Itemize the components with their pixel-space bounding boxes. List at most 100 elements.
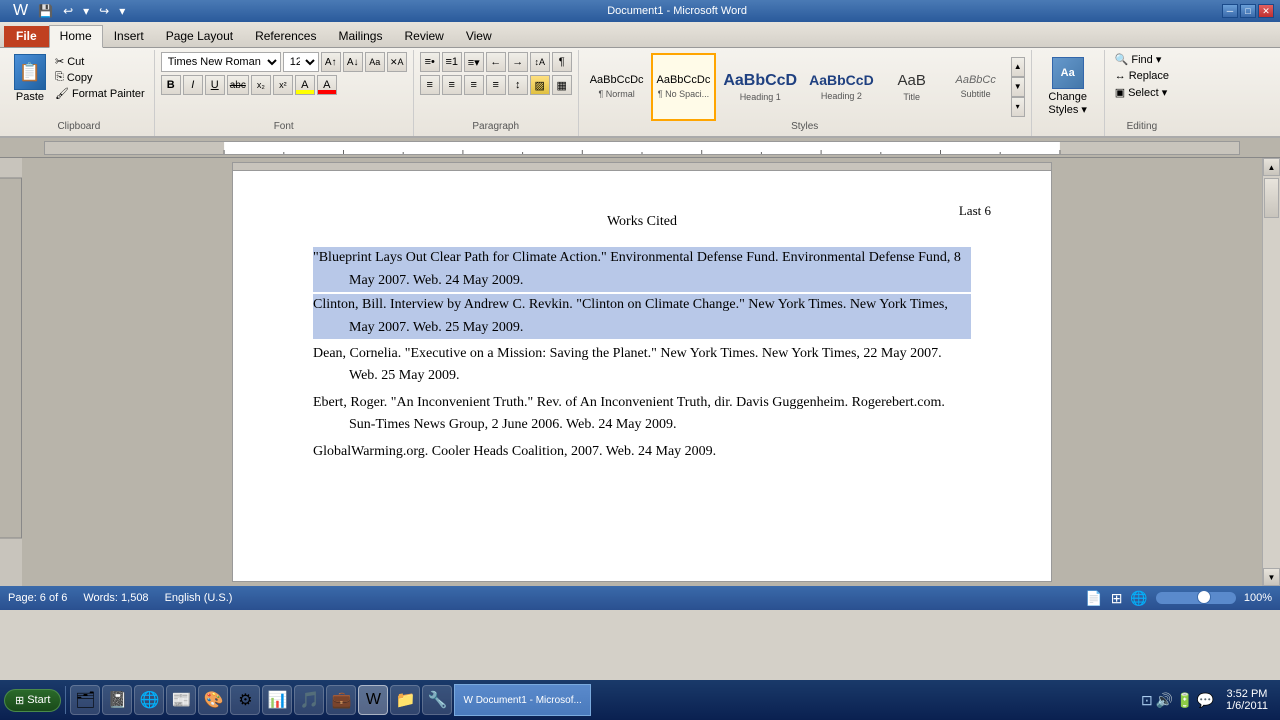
styles-scroll-down[interactable]: ▼ <box>1011 77 1025 97</box>
style-normal[interactable]: AaBbCcDc ¶ Normal <box>585 53 649 121</box>
line-spacing-button[interactable]: ↕ <box>508 75 528 95</box>
taskbar-app-4[interactable]: 🎨 <box>198 685 228 715</box>
align-left-button[interactable]: ≡ <box>420 75 440 95</box>
style-no-spacing[interactable]: AaBbCcDc ¶ No Spaci... <box>651 53 717 121</box>
bullets-button[interactable]: ≡• <box>420 52 440 72</box>
italic-button[interactable]: I <box>183 75 203 95</box>
styles-scroll-up[interactable]: ▲ <box>1011 57 1025 77</box>
scroll-thumb[interactable] <box>1264 178 1279 218</box>
underline-button[interactable]: U <box>205 75 225 95</box>
taskbar-app-explorer[interactable]: 🗂 <box>70 685 100 715</box>
tab-view[interactable]: View <box>455 25 503 47</box>
word-count-status: Words: 1,508 <box>83 592 148 604</box>
scroll-down-button[interactable]: ▼ <box>1263 568 1280 586</box>
taskbar-app-7[interactable]: 🎵 <box>294 685 324 715</box>
increase-indent-button[interactable]: → <box>508 52 528 72</box>
multilevel-list-button[interactable]: ≡▾ <box>464 52 484 72</box>
cut-button[interactable]: ✂ Cut <box>52 54 148 69</box>
view-icon-print[interactable]: 📄 <box>1085 590 1102 607</box>
editing-group: 🔍 Find ▾ ↔ Replace ▣ Select ▾ Editing <box>1105 50 1179 136</box>
tab-page-layout[interactable]: Page Layout <box>155 25 244 47</box>
tray-network-icon[interactable]: ⊡ <box>1141 692 1153 709</box>
scroll-up-button[interactable]: ▲ <box>1263 158 1280 176</box>
style-heading2[interactable]: AaBbCcD Heading 2 <box>804 53 879 121</box>
paragraph-label: Paragraph <box>472 121 519 134</box>
taskbar-word[interactable]: W <box>358 685 388 715</box>
undo-button[interactable]: ↩ <box>60 4 76 18</box>
paste-button[interactable]: 📋 Paste <box>10 52 50 105</box>
taskbar-app-8[interactable]: 💼 <box>326 685 356 715</box>
change-styles-button[interactable]: Aa ChangeStyles ▾ <box>1038 53 1098 120</box>
font-color-button[interactable]: A <box>317 75 337 95</box>
change-styles-group: Aa ChangeStyles ▾ . <box>1032 50 1105 136</box>
change-case-button[interactable]: Aa <box>365 52 385 72</box>
sort-button[interactable]: ↕A <box>530 52 550 72</box>
justify-button[interactable]: ≡ <box>486 75 506 95</box>
taskbar-app-3[interactable]: 📰 <box>166 685 196 715</box>
decrease-indent-button[interactable]: ← <box>486 52 506 72</box>
copy-button[interactable]: ⎘ Copy <box>52 70 148 85</box>
styles-more[interactable]: ▾ <box>1011 97 1025 117</box>
align-right-button[interactable]: ≡ <box>464 75 484 95</box>
ribbon-tab-bar: File Home Insert Page Layout References … <box>0 22 1280 48</box>
taskbar-app-onenote[interactable]: 📓 <box>102 685 132 715</box>
show-formatting-button[interactable]: ¶ <box>552 52 572 72</box>
find-button[interactable]: 🔍 Find ▾ <box>1111 52 1173 67</box>
superscript-button[interactable]: x² <box>273 75 293 95</box>
tray-sound-icon[interactable]: 🔊 <box>1156 692 1173 709</box>
taskbar-app-ie[interactable]: 🌐 <box>134 685 164 715</box>
view-icon-web[interactable]: 🌐 <box>1130 590 1147 607</box>
clock[interactable]: 3:52 PM 1/6/2011 <box>1218 688 1276 712</box>
taskbar-word-document[interactable]: W Document1 - Microsof... <box>454 684 590 716</box>
select-button[interactable]: ▣ Select ▾ <box>1111 85 1173 100</box>
bold-button[interactable]: B <box>161 75 181 95</box>
tab-mailings[interactable]: Mailings <box>327 25 393 47</box>
scroll-track[interactable] <box>1263 176 1280 568</box>
tray-battery-icon[interactable]: 🔋 <box>1176 692 1193 709</box>
text-highlight-button[interactable]: A <box>295 75 315 95</box>
tab-review[interactable]: Review <box>393 25 454 47</box>
taskbar-app-6[interactable]: 📊 <box>262 685 292 715</box>
vertical-scrollbar[interactable]: ▲ ▼ <box>1262 158 1280 586</box>
replace-button[interactable]: ↔ Replace <box>1111 69 1173 83</box>
redo-button[interactable]: ↪ <box>96 4 112 18</box>
font-name-select[interactable]: Times New Roman <box>161 52 281 72</box>
taskbar-app-10[interactable]: 🔧 <box>422 685 452 715</box>
style-heading1[interactable]: AaBbCcD Heading 1 <box>718 53 802 121</box>
borders-button[interactable]: ▦ <box>552 75 572 95</box>
customize-qat[interactable]: ▾ <box>116 4 128 18</box>
tray-action-center[interactable]: 💬 <box>1197 692 1214 709</box>
replace-icon: ↔ <box>1115 70 1126 82</box>
style-subtitle[interactable]: AaBbCc Subtitle <box>945 53 1007 121</box>
tab-home[interactable]: Home <box>49 25 103 48</box>
subscript-button[interactable]: x₂ <box>251 75 271 95</box>
restore-button[interactable]: □ <box>1240 4 1256 18</box>
save-button[interactable]: 💾 <box>35 4 56 18</box>
numbering-button[interactable]: ≡1 <box>442 52 462 72</box>
taskbar-app-5[interactable]: ⚙ <box>230 685 260 715</box>
view-icon-fullscreen[interactable]: ⊞ <box>1111 590 1123 607</box>
taskbar-app-9[interactable]: 📁 <box>390 685 420 715</box>
tab-references[interactable]: References <box>244 25 327 47</box>
align-center-button[interactable]: ≡ <box>442 75 462 95</box>
start-button[interactable]: ⊞ Start <box>4 689 61 712</box>
zoom-slider[interactable] <box>1156 592 1236 604</box>
change-styles-label: ChangeStyles ▾ <box>1048 91 1087 116</box>
strikethrough-button[interactable]: abc <box>227 75 249 95</box>
close-button[interactable]: ✕ <box>1258 4 1274 18</box>
citation-5: GlobalWarming.org. Cooler Heads Coalitio… <box>313 441 971 463</box>
tab-file[interactable]: File <box>4 26 49 47</box>
grow-font-button[interactable]: A↑ <box>321 52 341 72</box>
citation-4: Ebert, Roger. "An Inconvenient Truth." R… <box>313 392 971 437</box>
format-painter-button[interactable]: 🖌 Format Painter <box>52 86 148 101</box>
shading-button[interactable]: ▨ <box>530 75 550 95</box>
clear-format-button[interactable]: ✕A <box>387 52 407 72</box>
font-size-select[interactable]: 12 <box>283 52 319 72</box>
tab-insert[interactable]: Insert <box>103 25 155 47</box>
start-icon: ⊞ <box>15 694 24 707</box>
style-title[interactable]: AaB Title <box>881 53 943 121</box>
shrink-font-button[interactable]: A↓ <box>343 52 363 72</box>
undo-dropdown[interactable]: ▾ <box>80 4 92 18</box>
minimize-button[interactable]: ─ <box>1222 4 1238 18</box>
document-page[interactable]: Last 6 Works Cited "Blueprint Lays Out C… <box>232 170 1052 582</box>
